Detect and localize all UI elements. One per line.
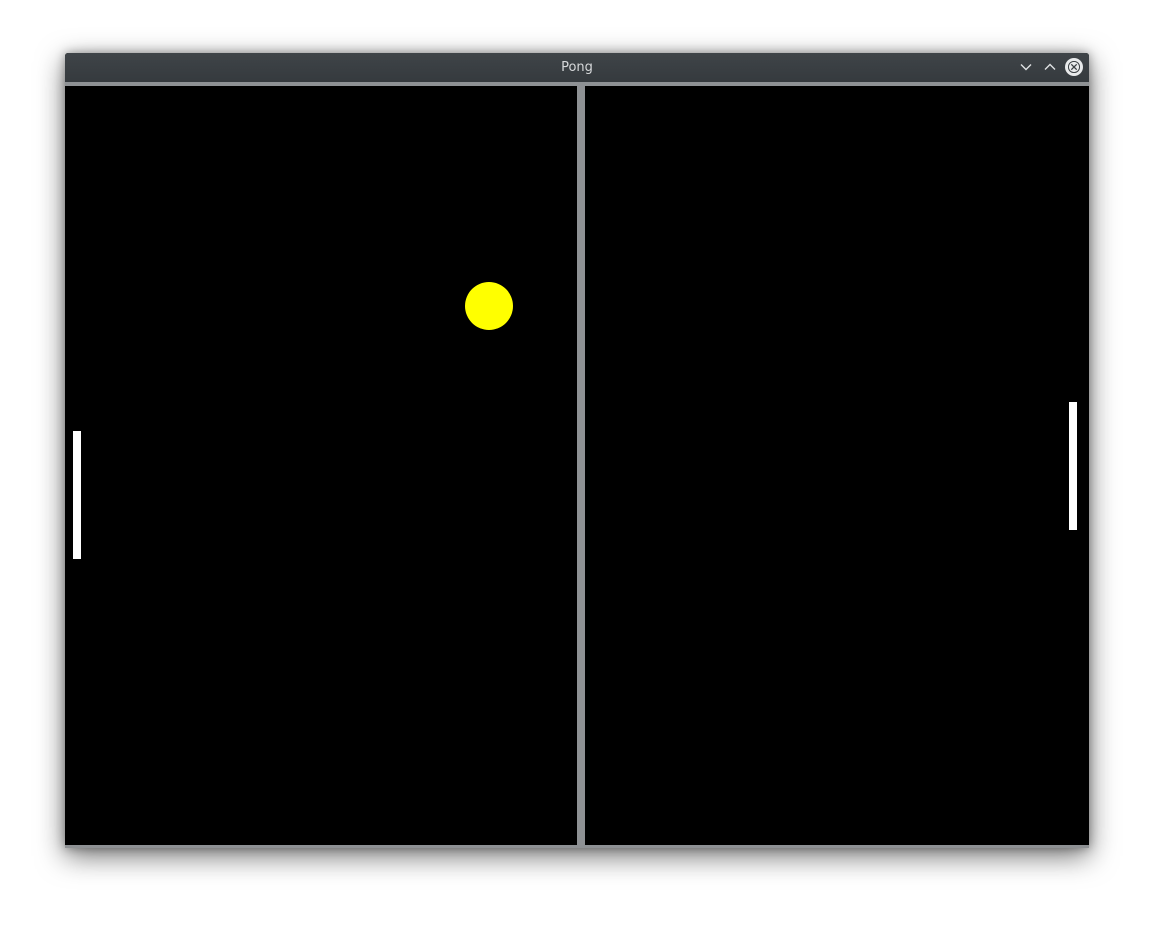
minimize-button[interactable] bbox=[1017, 58, 1035, 76]
chevron-down-icon bbox=[1020, 64, 1032, 71]
right-paddle bbox=[1069, 402, 1077, 530]
title-bar[interactable]: Pong bbox=[65, 53, 1089, 86]
window-title: Pong bbox=[561, 60, 593, 75]
maximize-button[interactable] bbox=[1041, 58, 1059, 76]
close-button[interactable] bbox=[1065, 58, 1083, 76]
close-icon bbox=[1068, 61, 1080, 73]
pong-window: Pong bbox=[65, 53, 1089, 848]
chevron-up-icon bbox=[1044, 63, 1056, 70]
center-net bbox=[577, 86, 585, 845]
game-canvas[interactable] bbox=[65, 86, 1089, 845]
window-bottom-border bbox=[65, 845, 1089, 848]
ball bbox=[465, 282, 513, 330]
left-paddle bbox=[73, 431, 81, 559]
